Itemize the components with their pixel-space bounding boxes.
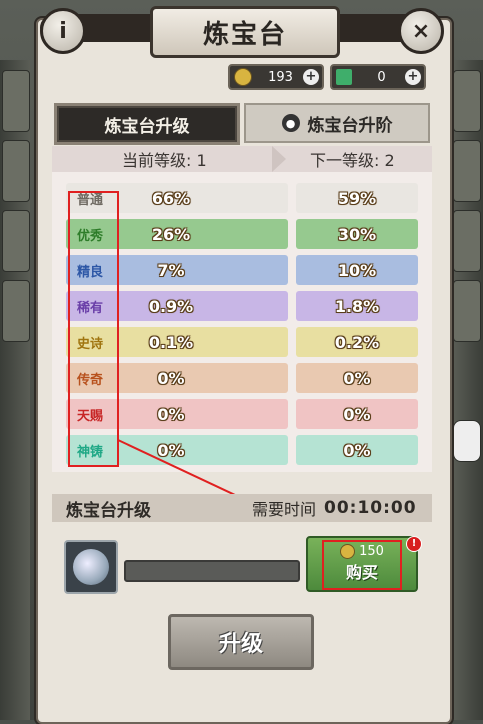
current-value: 0% xyxy=(157,404,185,424)
next-value: 1.8% xyxy=(296,291,418,321)
bg-tile xyxy=(2,140,30,202)
current-value: 66% xyxy=(151,188,191,208)
add-ticket-button[interactable]: + xyxy=(405,69,421,85)
bg-tile xyxy=(453,70,481,132)
header-divider xyxy=(272,146,286,172)
tab-upgrade[interactable]: 炼宝台升级 xyxy=(54,103,240,145)
tab-advance[interactable]: ● 炼宝台升阶 xyxy=(244,103,430,143)
next-value: 0% xyxy=(296,435,418,465)
current-level-label: 当前等级: 1 xyxy=(122,151,207,170)
title-bar: 炼宝台 i × xyxy=(0,0,483,58)
time-value: 00:10:00 xyxy=(324,498,417,518)
current-value: 26% xyxy=(151,224,191,244)
ticket-currency: 0 + xyxy=(330,64,426,90)
add-gold-button[interactable]: + xyxy=(303,69,319,85)
ticket-value: 0 xyxy=(377,69,386,85)
current-value: 0% xyxy=(157,368,185,388)
next-value: 0% xyxy=(296,399,418,429)
upgrade-progress-bar xyxy=(124,560,300,582)
page-title: 炼宝台 xyxy=(150,6,340,58)
highlight-annotation-names xyxy=(68,191,119,467)
gold-currency: 193 + xyxy=(228,64,324,90)
gold-value: 193 xyxy=(268,69,293,85)
tab-advance-label: 炼宝台升阶 xyxy=(307,115,393,136)
bg-tile xyxy=(453,140,481,202)
time-label: 需要时间 xyxy=(252,500,317,519)
bg-tile xyxy=(2,210,30,272)
current-value: 0.9% xyxy=(148,296,194,316)
next-value: 0.2% xyxy=(296,327,418,357)
level-header: 当前等级: 1 下一等级: 2 xyxy=(52,146,432,172)
alert-badge: ! xyxy=(406,536,422,552)
next-value: 59% xyxy=(296,183,418,213)
bg-tile xyxy=(2,70,30,132)
current-value: 0.1% xyxy=(148,332,194,352)
background-left-sidebar xyxy=(0,60,30,720)
orb-icon xyxy=(73,549,109,585)
next-value: 30% xyxy=(296,219,418,249)
next-value: 10% xyxy=(296,255,418,285)
gold-coin-icon xyxy=(234,68,252,86)
bg-tile xyxy=(453,280,481,342)
ticket-icon xyxy=(336,69,352,85)
bg-tile xyxy=(2,280,30,342)
bg-tile xyxy=(453,210,481,272)
info-icon[interactable]: i xyxy=(40,8,86,54)
upgrade-button[interactable]: 升级 xyxy=(168,614,314,670)
upgrade-section-header: 炼宝台升级 需要时间 00:10:00 xyxy=(52,494,432,522)
highlight-annotation-buy xyxy=(322,540,402,590)
chat-bubble-icon[interactable] xyxy=(453,420,481,462)
next-value: 0% xyxy=(296,363,418,393)
close-icon[interactable]: × xyxy=(398,8,444,54)
next-level-label: 下一等级: 2 xyxy=(310,151,395,170)
current-value: 0% xyxy=(157,440,185,460)
background-right-sidebar xyxy=(453,60,483,720)
upgrade-section-title: 炼宝台升级 xyxy=(66,500,151,521)
lock-icon: ● xyxy=(281,114,300,132)
item-slot[interactable] xyxy=(64,540,118,594)
current-value: 7% xyxy=(157,260,185,280)
